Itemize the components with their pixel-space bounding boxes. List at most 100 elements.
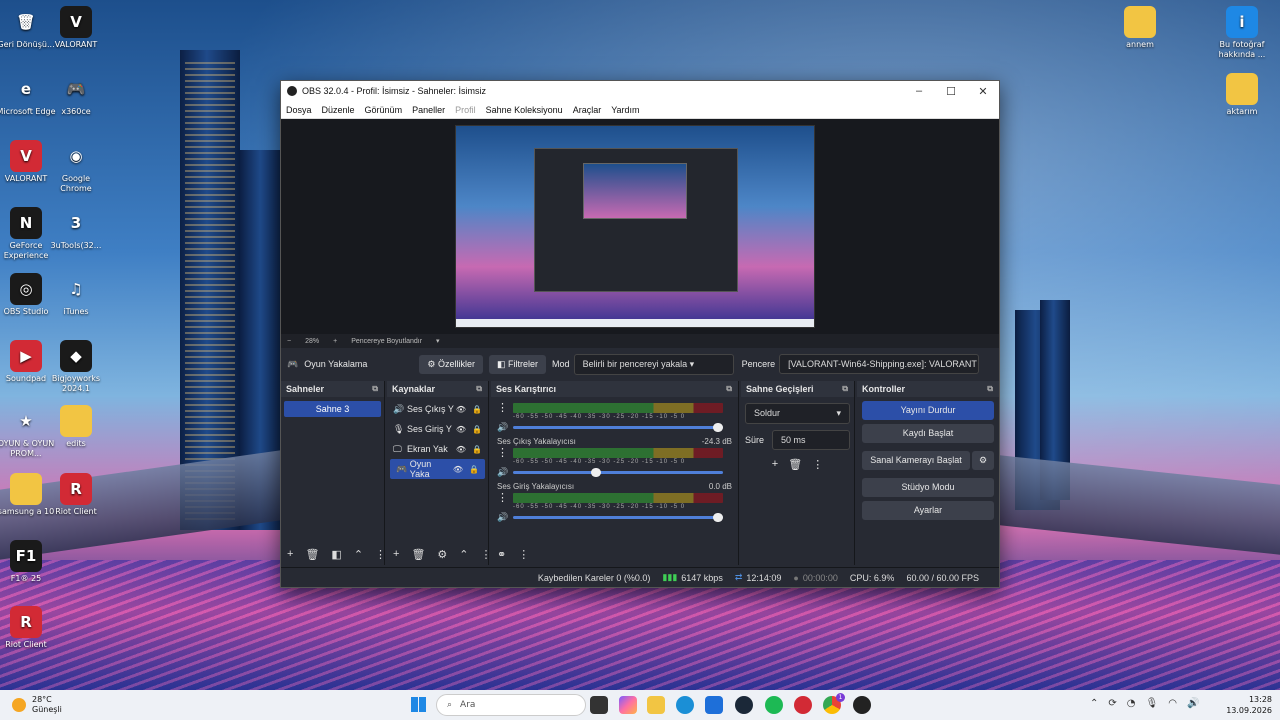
sync-icon[interactable]: ⟳ [1108,698,1116,709]
lock-icon[interactable]: 🔒 [472,425,482,434]
chevron-up-icon[interactable]: ⌃ [1090,698,1098,709]
edge-icon[interactable] [676,696,694,714]
source-item[interactable]: 🖵 Ekran Yak 👁 🔒 [387,439,488,459]
preview-area[interactable] [281,119,999,334]
source-item[interactable]: 🎙 Ses Giriş Y 👁 🔒 [387,419,488,439]
link-icon[interactable]: ⚭ [497,548,506,561]
lock-icon[interactable]: 🔒 [469,465,479,474]
eye-icon[interactable]: 👁 [453,465,463,474]
add-icon[interactable]: + [287,548,293,561]
speaker-icon[interactable]: 🔊 [497,467,513,478]
trash-icon[interactable]: 🗑 [411,548,425,561]
volume-slider-knob[interactable] [713,423,723,432]
start-virtual-camera-button[interactable]: Sanal Kamerayı Başlat [862,451,970,470]
virtual-camera-settings-gear-icon[interactable]: ⚙ [972,451,994,470]
spotify-icon[interactable] [765,696,783,714]
gear-icon[interactable]: ⚙ [437,548,447,561]
more-icon[interactable]: ⋮ [497,401,513,414]
volume-slider-knob[interactable] [713,513,723,522]
copilot-icon[interactable] [619,696,637,714]
network-icon[interactable]: ◔ [1127,698,1136,709]
speaker-icon[interactable]: 🔊 [497,512,513,523]
move-up-icon[interactable]: ⌃ [354,548,363,561]
menu-sahne-koleksiyonu[interactable]: Sahne Koleksiyonu [486,105,563,115]
float-icon[interactable]: ⧉ [476,384,482,394]
file-explorer-icon[interactable] [647,696,665,714]
lock-icon[interactable]: 🔒 [472,405,482,414]
desktop-icon[interactable]: V VALORANT [46,6,106,50]
more-icon[interactable]: ⋮ [497,446,513,459]
filters-button[interactable]: ◧ Filtreler [489,354,547,374]
desktop-icon[interactable]: edits [46,405,106,449]
steam-icon[interactable] [735,696,753,714]
menu-duzenle[interactable]: Düzenle [322,105,355,115]
add-icon[interactable]: + [772,458,778,471]
speaker-icon[interactable]: 🔊 [497,422,513,433]
weather-widget[interactable]: 28°C Güneşli [12,695,62,715]
studio-mode-button[interactable]: Stüdyo Modu [862,478,994,497]
menu-yardim[interactable]: Yardım [611,105,639,115]
desktop-icon[interactable]: ◉ Google Chrome [46,140,106,194]
desktop-icon[interactable]: R Riot Client [0,606,56,650]
volume-icon[interactable]: 🔊 [1187,698,1199,709]
add-icon[interactable]: + [393,548,399,561]
volume-slider[interactable] [513,513,723,522]
lock-icon[interactable]: 🔒 [472,445,482,454]
eye-icon[interactable]: 👁 [456,405,466,414]
minimize-button[interactable]: – [903,85,935,98]
settings-button[interactable]: Ayarlar [862,501,994,520]
start-recording-button[interactable]: Kaydı Başlat [862,424,994,443]
wifi-icon[interactable]: ◠ [1168,698,1177,709]
task-view-icon[interactable] [590,696,608,714]
riot-client-icon[interactable] [794,696,812,714]
microphone-icon[interactable]: 🎙 [1146,698,1159,709]
menu-paneller[interactable]: Paneller [412,105,445,115]
desktop-icon[interactable]: aktarım [1212,73,1272,117]
close-button[interactable]: ✕ [967,85,999,98]
taskbar-search[interactable]: ⌕ Ara [436,694,586,716]
desktop-icon[interactable]: annem [1110,6,1170,50]
desktop-icon[interactable]: ♫ iTunes [46,273,106,317]
desktop-icon[interactable]: 3 3uTools(32... [46,207,106,251]
start-button-windows-icon[interactable] [411,697,426,712]
more-icon[interactable]: ⋮ [812,458,823,471]
source-item[interactable]: 🔊 Ses Çıkış Y 👁 🔒 [387,399,488,419]
scene-item[interactable]: Sahne 3 [284,401,381,417]
menu-profil[interactable]: Profil [455,105,476,115]
stop-stream-button[interactable]: Yayını Durdur [862,401,994,420]
trash-icon[interactable]: 🗑 [305,548,319,561]
transition-select[interactable]: Soldur ▾ [745,403,850,424]
fit-to-window-button[interactable]: Pencereye Boyutlandır [351,338,422,345]
float-icon[interactable]: ⧉ [372,384,378,394]
properties-button[interactable]: ⚙ Özellikler [419,354,484,374]
move-up-icon[interactable]: ⌃ [459,548,468,561]
menu-dosya[interactable]: Dosya [286,105,312,115]
float-icon[interactable]: ⧉ [726,384,732,394]
more-icon[interactable]: ⋮ [518,548,529,561]
trash-icon[interactable]: 🗑 [788,458,802,471]
float-icon[interactable]: ⧉ [842,384,848,394]
obs-titlebar[interactable]: OBS 32.0.4 - Profil: İsimsiz - Sahneler:… [281,81,999,101]
desktop-icon[interactable]: ◆ Bigjoyworks 2024.1 [46,340,106,394]
menu-gorunum[interactable]: Görünüm [365,105,403,115]
desktop-icon[interactable]: R Riot Client [46,473,106,517]
chevron-down-icon[interactable]: ▾ [436,337,440,345]
volume-slider[interactable] [513,468,723,477]
more-icon[interactable]: ⋮ [497,491,513,504]
eye-icon[interactable]: 👁 [456,445,466,454]
clock[interactable]: 13:28 13.09.2026 [1226,694,1272,716]
obs-studio-icon[interactable] [853,696,871,714]
float-icon[interactable]: ⧉ [987,384,993,394]
zoom-out-button[interactable]: − [287,338,291,345]
volume-slider-knob[interactable] [591,468,602,477]
filter-icon[interactable]: ◧ [331,548,341,561]
zoom-in-button[interactable]: + [333,338,337,345]
desktop-icon[interactable]: F1 F1® 25 [0,540,56,584]
desktop-icon[interactable]: i Bu fotoğraf hakkında ... [1212,6,1272,60]
duration-input[interactable]: 50 ms [772,430,850,450]
menu-araclar[interactable]: Araçlar [573,105,602,115]
desktop-icon[interactable]: 🎮 x360ce [46,73,106,117]
more-icon[interactable]: ⋮ [375,548,386,561]
store-icon[interactable] [705,696,723,714]
more-icon[interactable]: ⋮ [481,548,492,561]
